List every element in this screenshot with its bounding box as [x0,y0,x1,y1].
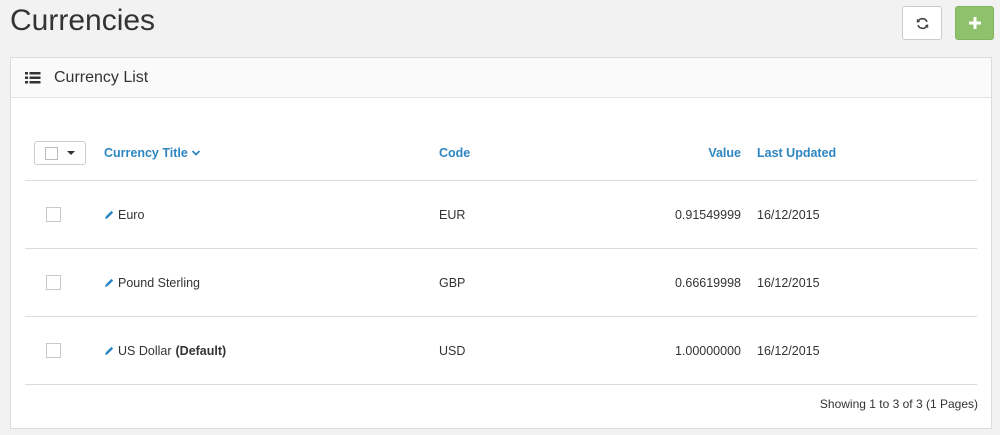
row-checkbox[interactable] [46,343,61,358]
currency-last-updated: 16/12/2015 [757,275,820,290]
currency-last-updated: 16/12/2015 [757,207,820,222]
table-row: US Dollar (Default) USD 1.00000000 16/12… [25,317,977,385]
sort-by-last-updated[interactable]: Last Updated [757,126,836,180]
column-updated-label: Last Updated [757,146,837,160]
currency-list-panel: Currency List Currency Title Code Value [10,57,992,429]
currency-title[interactable]: Euro [118,208,144,222]
row-checkbox[interactable] [46,207,61,222]
column-value-label: Value [708,146,741,160]
sort-by-value[interactable]: Value [585,126,741,180]
page-title: Currencies [10,4,156,37]
plus-icon [968,17,981,29]
pencil-icon[interactable] [104,277,115,288]
currency-table: Currency Title Code Value Last Updated E… [25,126,977,385]
currency-value: 1.00000000 [674,343,741,358]
column-title-label: Currency Title [104,146,188,160]
caret-down-icon [67,151,75,155]
select-all-checkbox[interactable] [45,146,58,160]
default-badge: (Default) [175,343,227,358]
table-row: Pound Sterling GBP 0.66619998 16/12/2015 [25,249,977,317]
refresh-icon [916,17,928,29]
currency-code: GBP [439,275,466,290]
table-row: Euro EUR 0.91549999 16/12/2015 [25,181,977,249]
add-currency-button[interactable] [955,6,994,40]
currency-value: 0.66619998 [674,275,741,290]
bulk-select-dropdown[interactable] [34,141,86,165]
chevron-down-icon [191,150,200,156]
pagination-info: Showing 1 to 3 of 3 (1 Pages) [819,397,978,411]
currency-value: 0.91549999 [674,207,741,222]
table-header-row: Currency Title Code Value Last Updated [25,126,977,181]
currency-last-updated: 16/12/2015 [757,343,820,358]
refresh-button[interactable] [902,6,942,40]
sort-by-title[interactable]: Currency Title [104,126,201,180]
list-icon [25,71,41,83]
currency-title[interactable]: Pound Sterling [118,276,200,290]
column-code-label: Code [439,146,471,160]
panel-heading: Currency List [11,58,991,98]
pencil-icon[interactable] [104,345,115,356]
currency-code: EUR [439,207,466,222]
sort-by-code[interactable]: Code [439,126,470,180]
panel-title: Currency List [54,68,149,86]
currency-code: USD [439,343,466,358]
pencil-icon[interactable] [104,209,115,220]
row-checkbox[interactable] [46,275,61,290]
currency-title[interactable]: US Dollar [118,344,172,358]
